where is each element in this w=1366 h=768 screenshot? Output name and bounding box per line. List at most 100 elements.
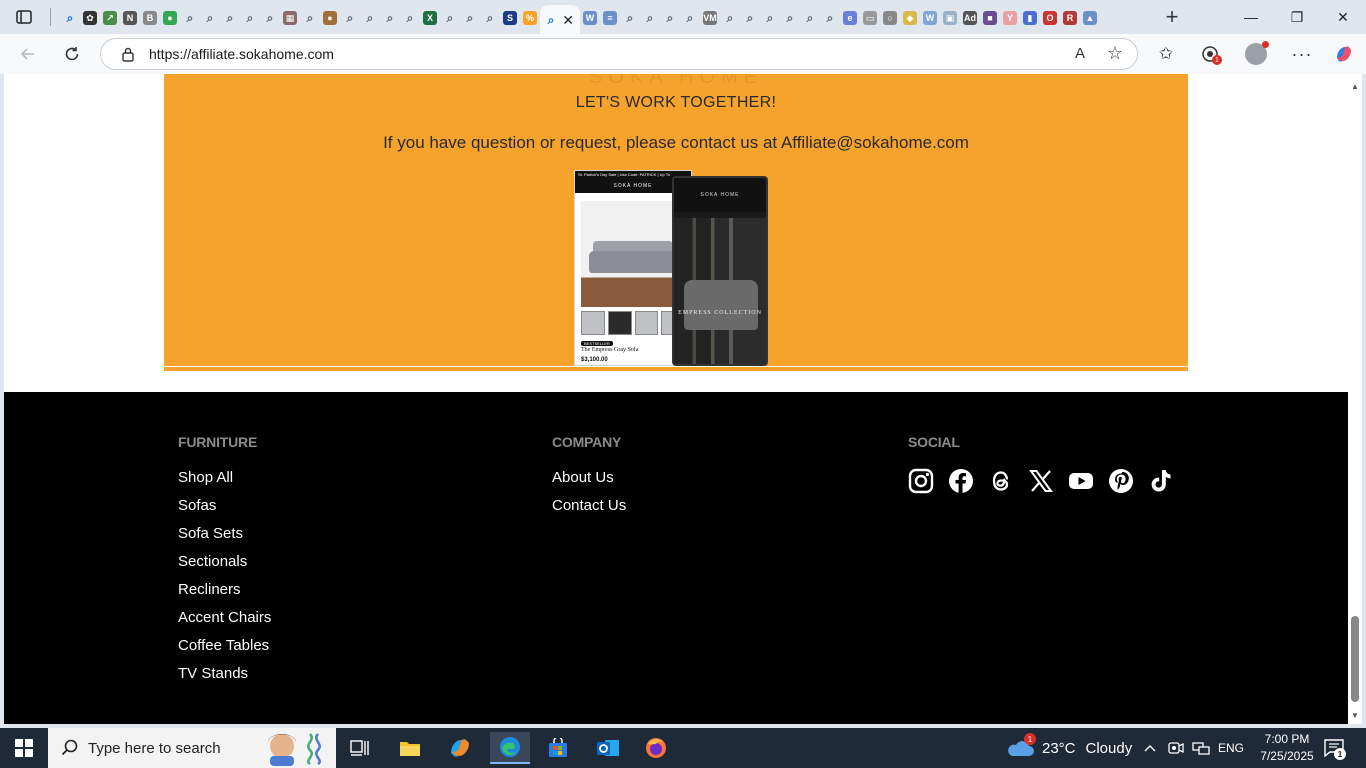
browser-tab[interactable]: B	[140, 5, 160, 31]
browser-tab[interactable]: ▣	[940, 5, 960, 31]
browser-tab[interactable]: ▭	[860, 5, 880, 31]
browser-tab[interactable]: ●	[320, 5, 340, 31]
profile-button[interactable]	[1242, 41, 1270, 66]
store-button[interactable]	[538, 732, 578, 764]
network-button[interactable]	[1192, 728, 1210, 768]
page-scrollbar[interactable]: ▲ ▼	[1348, 74, 1362, 724]
footer-furniture-link[interactable]: Recliners	[178, 580, 271, 608]
start-button[interactable]	[0, 728, 48, 768]
pinterest-icon[interactable]	[1108, 468, 1134, 494]
footer-furniture-link[interactable]: Sectionals	[178, 552, 271, 580]
footer-company-link[interactable]: About Us	[552, 468, 626, 496]
browser-tab[interactable]: ⌕	[300, 5, 320, 31]
lock-icon[interactable]	[119, 45, 137, 63]
favorite-star-icon[interactable]: ☆	[1107, 43, 1123, 64]
task-view-button[interactable]	[340, 732, 380, 764]
close-window-button[interactable]: ✕	[1320, 4, 1366, 30]
footer-furniture-link[interactable]: TV Stands	[178, 664, 271, 692]
browser-tab[interactable]: ⌕	[760, 5, 780, 31]
browser-tab[interactable]: X	[420, 5, 440, 31]
browser-tab[interactable]: R	[1060, 5, 1080, 31]
weather-widget[interactable]: 1 23°C Cloudy	[1006, 728, 1132, 768]
browser-tab[interactable]: ⌕	[180, 5, 200, 31]
meet-now-button[interactable]	[1168, 728, 1184, 768]
browser-tab[interactable]: Y	[1000, 5, 1020, 31]
browser-tab[interactable]: ⌕	[460, 5, 480, 31]
notifications-button[interactable]: 1	[1322, 736, 1346, 760]
facebook-icon[interactable]	[948, 468, 974, 494]
browser-tab[interactable]: ⌕	[740, 5, 760, 31]
browser-tab[interactable]: N	[120, 5, 140, 31]
copilot-button[interactable]	[1330, 42, 1358, 66]
youtube-icon[interactable]	[1068, 468, 1094, 494]
browser-tab[interactable]: ⌕	[360, 5, 380, 31]
footer-furniture-link[interactable]: Coffee Tables	[178, 636, 271, 664]
browser-tab[interactable]: ⌕	[240, 5, 260, 31]
browser-tab[interactable]: %	[520, 5, 540, 31]
maximize-button[interactable]: ❐	[1274, 4, 1320, 30]
browser-tab[interactable]: e	[840, 5, 860, 31]
browser-tab[interactable]: ▦	[280, 5, 300, 31]
browser-tab[interactable]: ⌕	[800, 5, 820, 31]
footer-furniture-link[interactable]: Accent Chairs	[178, 608, 271, 636]
footer-furniture-link[interactable]: Sofas	[178, 496, 271, 524]
language-indicator[interactable]: ENG	[1218, 728, 1244, 768]
settings-more-button[interactable]: ···	[1288, 42, 1316, 66]
outlook-button[interactable]	[588, 732, 628, 764]
close-tab-icon[interactable]: ✕	[562, 12, 574, 29]
browser-tab[interactable]: W	[580, 5, 600, 31]
browser-tab[interactable]: ◆	[900, 5, 920, 31]
browser-tab[interactable]: ⌕	[200, 5, 220, 31]
browser-tab[interactable]: W	[920, 5, 940, 31]
browser-tab[interactable]: ⌕	[640, 5, 660, 31]
read-aloud-icon[interactable]: A	[1075, 45, 1085, 62]
active-browser-tab[interactable]: ⌕ ✕	[540, 5, 580, 35]
tab-actions-button[interactable]	[10, 6, 38, 28]
browser-tab[interactable]: ⌕	[60, 5, 80, 31]
footer-company-link[interactable]: Contact Us	[552, 496, 626, 524]
edge-taskbar-button[interactable]	[490, 732, 530, 764]
copilot-app-button[interactable]	[440, 732, 480, 764]
taskbar-search[interactable]: Type here to search	[48, 728, 336, 768]
x-icon[interactable]	[1028, 468, 1054, 494]
browser-tab[interactable]: ≡	[600, 5, 620, 31]
footer-furniture-link[interactable]: Shop All	[178, 468, 271, 496]
browser-tab[interactable]: ○	[880, 5, 900, 31]
back-button[interactable]	[14, 42, 42, 66]
browser-tab[interactable]: ●	[160, 5, 180, 31]
scroll-up-icon[interactable]: ▲	[1351, 82, 1359, 91]
scroll-down-icon[interactable]: ▼	[1351, 711, 1359, 720]
firefox-button[interactable]	[636, 732, 676, 764]
browser-tab[interactable]: VM	[700, 5, 720, 31]
browser-tab[interactable]: ⌕	[680, 5, 700, 31]
browser-tab[interactable]: S	[500, 5, 520, 31]
tiktok-icon[interactable]	[1148, 468, 1174, 494]
new-tab-button[interactable]: +	[1160, 4, 1184, 29]
browser-tab[interactable]: ⌕	[620, 5, 640, 31]
browser-tab[interactable]: ✿	[80, 5, 100, 31]
browser-tab[interactable]: ■	[980, 5, 1000, 31]
file-explorer-button[interactable]	[390, 732, 430, 764]
browser-tab[interactable]: ⌕	[780, 5, 800, 31]
browser-tab[interactable]: ▮	[1020, 5, 1040, 31]
favorites-button[interactable]: ✩	[1152, 42, 1180, 66]
browser-tab[interactable]: ⌕	[440, 5, 460, 31]
minimize-button[interactable]: —	[1228, 4, 1274, 30]
browser-tab[interactable]: ⌕	[220, 5, 240, 31]
browser-tab[interactable]: O	[1040, 5, 1060, 31]
browser-tab[interactable]: ⌕	[380, 5, 400, 31]
footer-furniture-link[interactable]: Sofa Sets	[178, 524, 271, 552]
browser-tab[interactable]: ⌕	[260, 5, 280, 31]
browser-tab[interactable]: ⌕	[720, 5, 740, 31]
browser-tab[interactable]: ↗	[100, 5, 120, 31]
address-bar[interactable]: https://affiliate.sokahome.com A ☆	[100, 38, 1138, 70]
threads-icon[interactable]	[988, 468, 1014, 494]
browser-tab[interactable]: ⌕	[340, 5, 360, 31]
browser-tab[interactable]: ⌕	[660, 5, 680, 31]
show-hidden-icons-button[interactable]	[1144, 728, 1156, 768]
url-text[interactable]: https://affiliate.sokahome.com	[149, 46, 334, 62]
browser-tab[interactable]: Ad	[960, 5, 980, 31]
scroll-thumb[interactable]	[1351, 616, 1359, 702]
extensions-button[interactable]: 1	[1196, 42, 1224, 66]
refresh-button[interactable]	[58, 42, 86, 66]
